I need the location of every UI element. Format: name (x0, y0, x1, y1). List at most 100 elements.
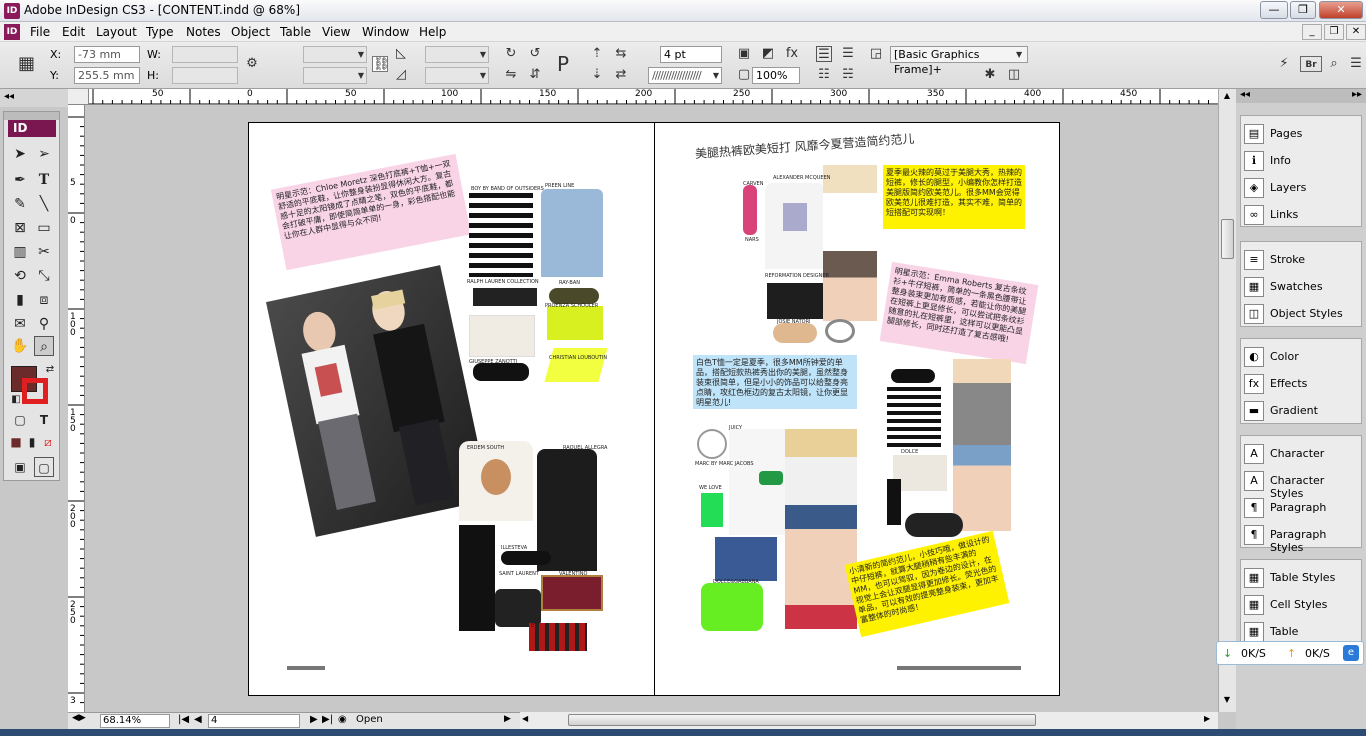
selection-tool-icon[interactable]: ➤ (10, 144, 30, 164)
effects-fx-icon[interactable]: fx (784, 46, 800, 62)
vertical-scroll-thumb[interactable] (1221, 219, 1234, 259)
stroke-type-field[interactable]: //////////////////▼ (648, 67, 722, 84)
w-field[interactable] (172, 46, 238, 63)
model-photo-2[interactable] (785, 429, 857, 629)
earrings-product[interactable] (701, 493, 723, 527)
striped-top-product[interactable] (469, 193, 533, 277)
button-tool-icon[interactable]: ▥ (10, 242, 30, 262)
stroke-weight-field[interactable]: 4 pt (660, 46, 722, 63)
white-shorts-product[interactable] (469, 315, 535, 357)
neon-heels-product[interactable] (544, 348, 608, 382)
first-page-icon[interactable]: |◀ (178, 714, 189, 725)
type-tool-icon[interactable]: T (34, 170, 54, 190)
flip-horizontal-icon[interactable]: ⇋ (503, 67, 519, 83)
menu-help[interactable]: Help (419, 25, 446, 39)
hand-tool-icon[interactable]: ✋ (10, 336, 30, 356)
rectangle-tool-icon[interactable]: ▭ (34, 218, 54, 238)
panel-stroke[interactable]: ≡ Stroke (1241, 246, 1361, 273)
intro-yellow-box[interactable]: 夏季最火辣的莫过于美腿大秀，热辣的短裤，修长的腿型，小编教你怎样打造美腿版简约欧… (883, 165, 1025, 229)
graphic-tee-product[interactable] (459, 441, 533, 521)
line-tool-icon[interactable]: ╲ (34, 194, 54, 214)
menu-type[interactable]: Type (146, 25, 174, 39)
menu-view[interactable]: View (322, 25, 350, 39)
text-wrap-bbox-icon[interactable]: ☰ (840, 46, 856, 62)
menu-edit[interactable]: Edit (62, 25, 85, 39)
panel-gradient[interactable]: ▬ Gradient (1241, 397, 1361, 424)
emma-roberts-photo[interactable] (953, 359, 1011, 531)
belt-product[interactable] (473, 288, 537, 306)
page-number-field[interactable]: 4 (208, 714, 300, 728)
menu-layout[interactable]: Layout (96, 25, 137, 39)
menu-window[interactable]: Window (362, 25, 409, 39)
necklace-product[interactable] (697, 429, 727, 459)
select-container-icon[interactable]: ⇡ (589, 46, 605, 62)
striped-sweater-product[interactable] (887, 387, 941, 451)
rectangle-frame-tool-icon[interactable]: ⊠ (10, 218, 30, 238)
doc-minimize-button[interactable]: _ (1302, 24, 1322, 40)
panel-effects[interactable]: fx Effects (1241, 370, 1361, 397)
document-icon[interactable]: ID (4, 24, 20, 40)
panel-paragraph-styles[interactable]: ¶ Paragraph Styles (1241, 521, 1361, 554)
left-page[interactable]: 明星示范：Chloe Moretz 深色打底裤+T恤+一双舒适的平底鞋，让你整身… (248, 122, 655, 696)
right-page[interactable]: 美腿热裤欧美短打 风靡今夏营造简约范儿 夏季最火辣的莫过于美腿大秀，热辣的短裤，… (654, 122, 1060, 696)
status-menu-icon[interactable]: ▶ (504, 714, 511, 724)
drop-shadow-icon[interactable]: ◩ (760, 46, 776, 62)
white-tee-blue-box[interactable]: 白色T恤一定是夏季，很多MM所钟爱的单品，搭配短款热裤秀出你的美腿，虽然整身装束… (693, 355, 857, 409)
menu-notes[interactable]: Notes (186, 25, 221, 39)
rotate-ccw-icon[interactable]: ↺ (527, 46, 543, 62)
menu-table[interactable]: Table (280, 25, 311, 39)
document-canvas[interactable]: 明星示范：Chloe Moretz 深色打底裤+T恤+一双舒适的平底鞋，让你整身… (86, 106, 1218, 712)
neon-bag-product[interactable] (547, 306, 603, 340)
oxford-shoes-product[interactable] (773, 323, 817, 343)
valentino-clutch-product[interactable] (541, 575, 603, 611)
emma-caption-box[interactable]: 明星示范：Emma Roberts 复古条纹衫+牛仔短裤，简单的一条黑色腰带让整… (879, 261, 1039, 365)
apply-none-icon[interactable]: ⧄ (38, 432, 58, 452)
gradient-tool-icon[interactable]: ▮ (10, 290, 30, 310)
lace-shorts-product[interactable] (893, 455, 947, 491)
chloe-moretz-photo[interactable] (265, 265, 491, 537)
denim-shirt-product[interactable] (541, 189, 603, 277)
text-wrap-none-icon[interactable]: ☰ (816, 46, 832, 62)
last-page-icon[interactable]: ▶| (322, 714, 333, 725)
headline[interactable]: 美腿热裤欧美短打 风靡今夏营造简约范儿 (694, 130, 915, 162)
eyedropper-tool-icon[interactable]: ⚲ (34, 314, 54, 334)
green-ring-product[interactable] (759, 471, 783, 485)
scroll-up-icon[interactable]: ▲ (1220, 91, 1234, 103)
y-field[interactable]: 255.5 mm (74, 67, 140, 84)
black-leggings-product[interactable] (459, 525, 495, 631)
skull-tee-product[interactable] (765, 183, 825, 269)
clear-overrides-icon[interactable]: ✱ (982, 67, 998, 83)
select-previous-icon[interactable]: ⇄ (613, 67, 629, 83)
tall-boot-product[interactable] (887, 479, 901, 525)
loafers-product[interactable] (495, 589, 541, 627)
scissors-tool-icon[interactable]: ✂ (34, 242, 54, 262)
panel-swatches[interactable]: ▦ Swatches (1241, 273, 1361, 300)
horizontal-scroll-thumb[interactable] (568, 714, 1036, 726)
minimize-button[interactable]: — (1260, 1, 1288, 19)
ruler-origin[interactable] (68, 89, 89, 105)
rotation-field[interactable]: ▼ (425, 46, 489, 63)
note-tool-icon[interactable]: ✉ (10, 314, 30, 334)
panel-pages[interactable]: ▤ Pages (1241, 120, 1361, 147)
network-speed-widget[interactable]: ↓ 0K/S ↑ 0K/S e (1216, 641, 1364, 665)
object-style-field[interactable]: [Basic Graphics Frame]+ (890, 46, 1028, 76)
zoom-tool-icon[interactable]: ⌕ (34, 336, 54, 356)
restore-button[interactable]: ❐ (1290, 1, 1316, 19)
scroll-right-icon[interactable]: ▶ (1204, 714, 1210, 723)
scroll-down-icon[interactable]: ▼ (1220, 695, 1234, 707)
style-options-icon[interactable]: ◫ (1006, 67, 1022, 83)
formatting-container-icon[interactable]: ▢ (10, 410, 30, 430)
vertical-scrollbar[interactable]: ▲ ▼ (1218, 89, 1236, 712)
black-sunglasses-product[interactable] (891, 369, 935, 383)
panel-info[interactable]: ℹ Info (1241, 147, 1361, 174)
black-shorts-product[interactable] (767, 283, 823, 319)
text-wrap-jump-icon[interactable]: ☵ (840, 67, 856, 83)
doc-restore-button[interactable]: ❐ (1324, 24, 1344, 40)
previous-page-icon[interactable]: ◀ (194, 714, 202, 725)
gradient-feather-tool-icon[interactable]: ⧈ (34, 290, 54, 310)
indesign-app-icon[interactable]: ID (4, 3, 20, 19)
vertical-ruler[interactable]: 5 0 1 0 0 1 5 0 2 0 0 2 5 0 3 (68, 105, 85, 712)
panel-character[interactable]: A Character (1241, 440, 1361, 467)
pen-tool-icon[interactable]: ✒ (10, 170, 30, 190)
scale-x-field[interactable]: ▼ (303, 46, 367, 63)
